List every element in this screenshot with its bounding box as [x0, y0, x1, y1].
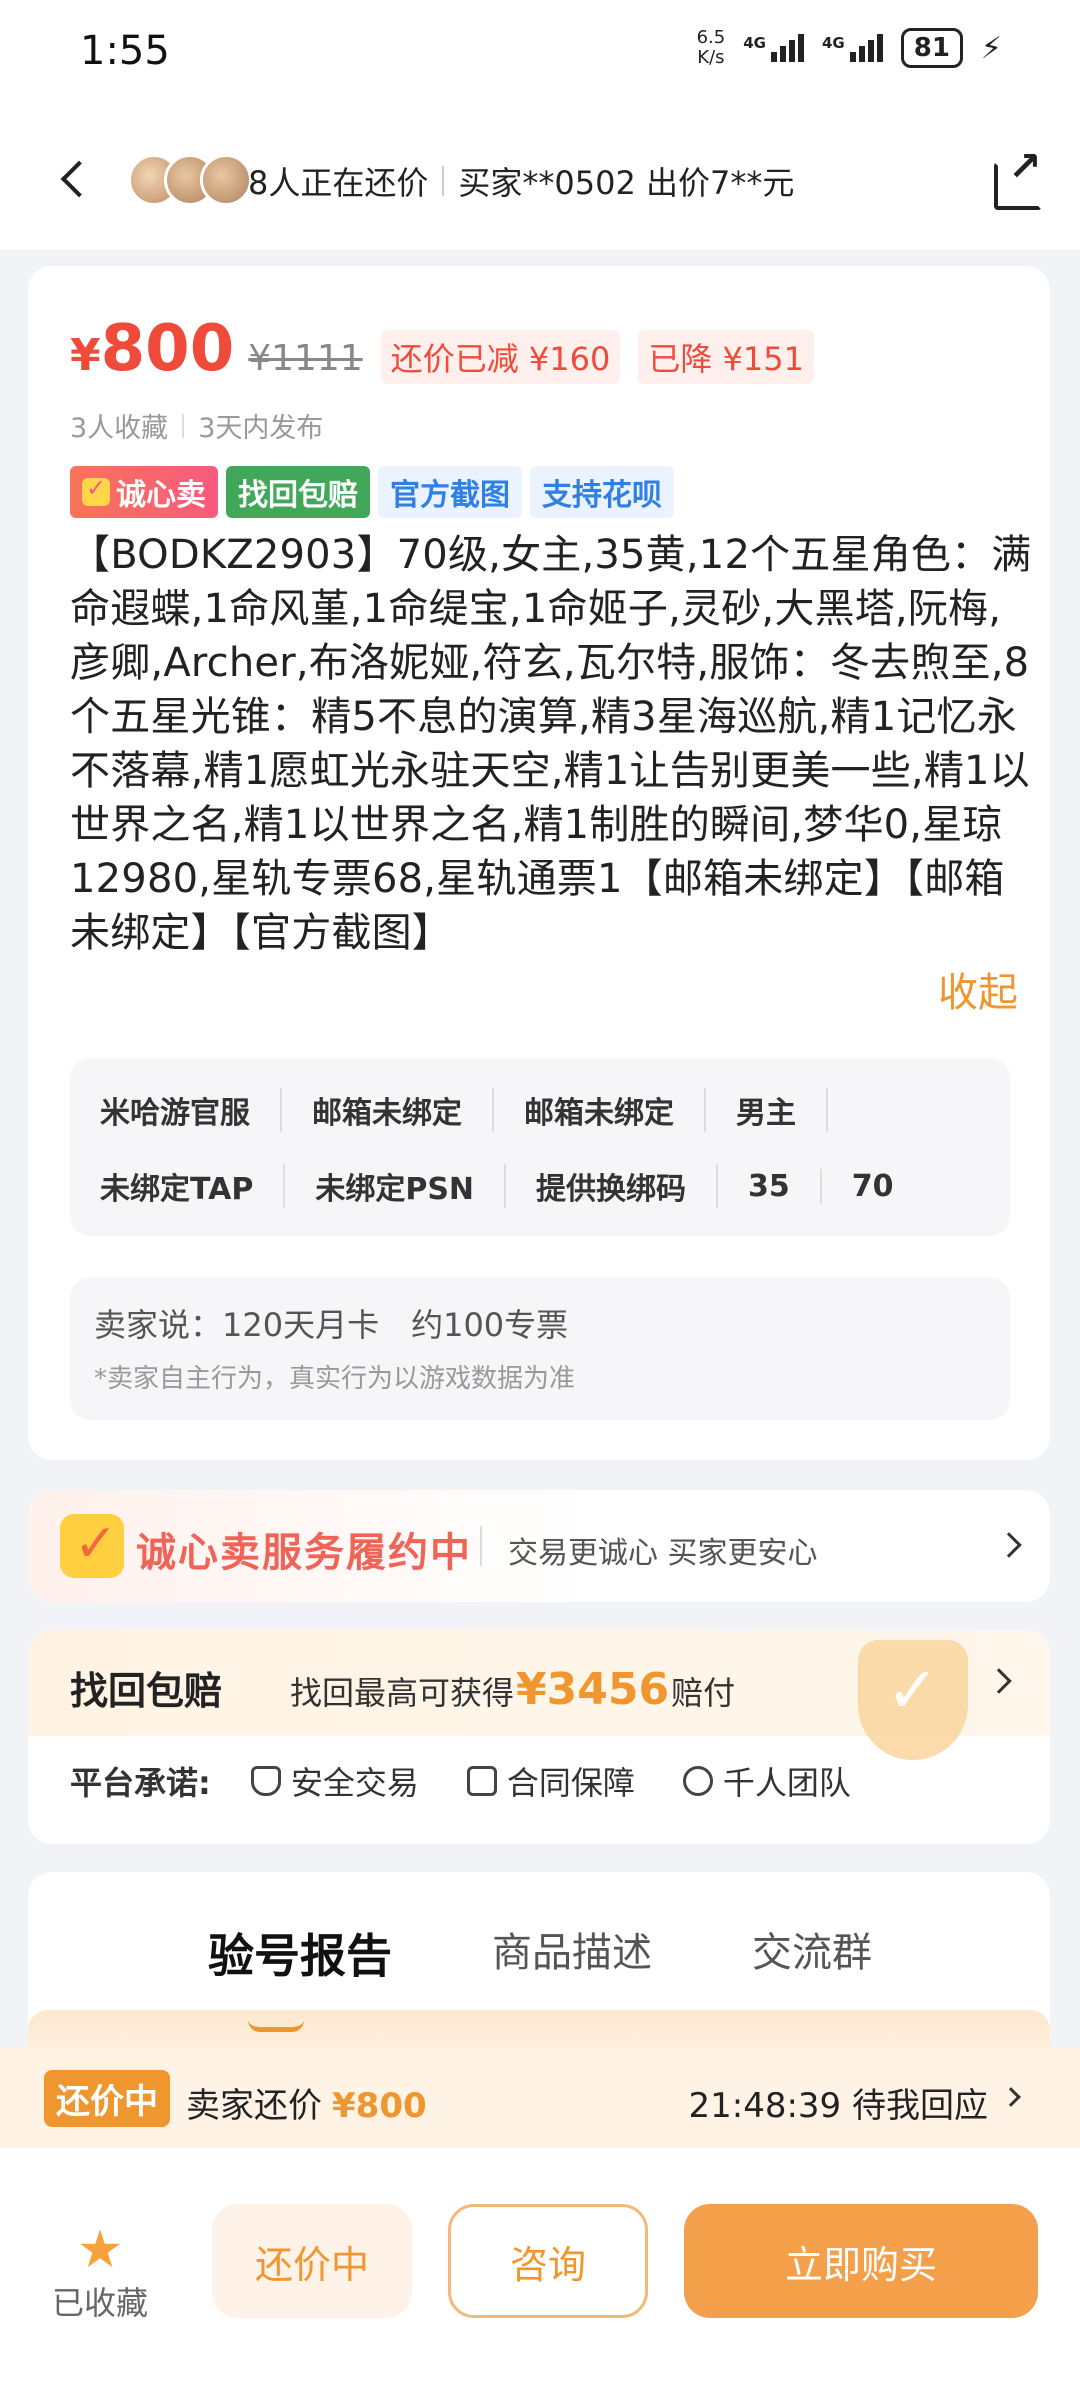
active-tab-indicator [248, 2020, 304, 2032]
favorite-label: 已收藏 [51, 2284, 148, 2322]
signal-icon: 4G [743, 34, 804, 62]
collapse-button[interactable]: 收起 [938, 960, 1018, 1018]
guarantee-amount: ¥3456 [516, 1664, 670, 1715]
original-price: ¥1111 [248, 338, 363, 379]
attribute: 35 [718, 1168, 822, 1204]
badge-row: 诚心卖 找回包赔 官方截图 支持花呗 [70, 466, 674, 518]
battery-icon: 81 [900, 28, 963, 68]
share-button[interactable] [988, 144, 1048, 210]
attributes-box: 米哈游官服 邮箱未绑定 邮箱未绑定 男主 未绑定TAP 未绑定PSN 提供换绑码… [70, 1058, 1010, 1236]
price-drop-tag: 已降 ¥151 [638, 330, 814, 384]
response-countdown: 21:48:39 待我回应 [688, 2086, 988, 2126]
nav-bar: 8人正在还价 买家**0502 出价7**元 [0, 110, 1080, 250]
product-description: 【BODKZ2903】70级,女主,35黄,12个五星角色：满命遐蝶,1命风堇,… [70, 532, 1032, 956]
guarantee-card: 找回包赔 找回最高可获得 ¥3456 赔付 平台承诺: 安全交易 合同保障 千人… [28, 1630, 1050, 1844]
divider [182, 413, 185, 438]
shield-check-icon [250, 1766, 281, 1796]
sincere-sell-badge[interactable]: 诚心卖 [70, 466, 218, 518]
bargainer-avatars [128, 154, 252, 206]
charging-icon: ⚡ [980, 30, 1002, 66]
current-price: ¥800 [70, 312, 235, 386]
latest-offer: 买家**0502 出价7**元 [458, 164, 795, 202]
favorite-button[interactable]: ★ 已收藏 [44, 2222, 156, 2324]
contract-icon [466, 1766, 497, 1796]
buy-now-button[interactable]: 立即购买 [684, 2204, 1038, 2318]
sincere-icon [82, 474, 110, 506]
bargain-bar[interactable]: 还价中 卖家还价 ¥800 21:48:39 待我回应 [0, 2048, 1080, 2148]
attribute: 70 [851, 1168, 894, 1204]
guarantee-description: 找回最高可获得 ¥3456 赔付 [290, 1664, 736, 1715]
attribute: 邮箱未绑定 [494, 1088, 706, 1132]
platform-label: 平台承诺: [70, 1764, 211, 1802]
platform-promises: 平台承诺: 安全交易 合同保障 千人团队 [70, 1758, 899, 1804]
signal-icon-2: 4G [822, 34, 883, 62]
meta-row: 3人收藏 3天内发布 [70, 406, 323, 445]
person-icon [682, 1766, 713, 1796]
avatar [200, 154, 252, 206]
tab-product-description[interactable]: 商品描述 [492, 1920, 652, 1978]
favorites-count: 3人收藏 [70, 413, 169, 444]
bargain-button[interactable]: 还价中 [212, 2204, 412, 2318]
counter-offer-price: ¥800 [332, 2086, 427, 2126]
attribute: 未绑定TAP [100, 1164, 286, 1208]
service-subtitle: 交易更诚心 买家更安心 [508, 1536, 818, 1571]
sincere-logo-icon [60, 1514, 124, 1578]
chevron-right-icon [1001, 2087, 1021, 2107]
attribute: 提供换绑码 [506, 1164, 719, 1208]
attribute: 未绑定PSN [285, 1164, 507, 1208]
promise-team: 千人团队 [682, 1758, 851, 1804]
bottom-action-bar: ★ 已收藏 还价中 咨询 立即购买 [0, 2148, 1080, 2390]
promise-contract: 合同保障 [466, 1758, 635, 1804]
product-card: ¥800 ¥1111 还价已减 ¥160 已降 ¥151 3人收藏 3天内发布 … [28, 266, 1050, 1460]
retrieve-compensation-badge[interactable]: 找回包赔 [226, 466, 370, 518]
guarantee-header[interactable]: 找回包赔 找回最高可获得 ¥3456 赔付 [28, 1630, 1050, 1760]
back-button[interactable] [56, 152, 96, 208]
guarantee-title: 找回包赔 [70, 1669, 223, 1713]
seller-counter-offer: 卖家还价 ¥800 [186, 2086, 427, 2126]
attributes-row: 米哈游官服 邮箱未绑定 邮箱未绑定 男主 [100, 1072, 1010, 1148]
publish-time: 3天内发布 [198, 413, 324, 444]
price-row: ¥800 ¥1111 还价已减 ¥160 已降 ¥151 [70, 312, 814, 386]
status-time: 1:55 [80, 28, 170, 74]
bargain-status-badge: 还价中 [44, 2070, 170, 2127]
chevron-right-icon [986, 1668, 1012, 1694]
seller-disclaimer: *卖家自主行为，真实行为以游戏数据为准 [94, 1364, 576, 1394]
shield-icon [858, 1640, 968, 1760]
tab-inspection-report[interactable]: 验号报告 [208, 1920, 392, 1986]
consult-button[interactable]: 咨询 [448, 2204, 648, 2318]
activity-count: 8人正在还价 [248, 164, 429, 202]
bargain-activity: 8人正在还价 买家**0502 出价7**元 [248, 158, 794, 204]
attribute: 邮箱未绑定 [282, 1088, 494, 1132]
seller-says: 卖家说：120天月卡 约100专票 [94, 1306, 569, 1344]
service-title: 诚心卖服务履约中 [136, 1530, 472, 1576]
sincere-service-banner[interactable]: 诚心卖服务履约中 交易更诚心 买家更安心 [28, 1490, 1050, 1602]
status-icons: 6.5 K/s 4G 4G 81 ⚡ [697, 28, 1002, 68]
star-icon: ★ [76, 2220, 124, 2280]
status-bar: 1:55 6.5 K/s 4G 4G 81 ⚡ [0, 0, 1080, 110]
official-screenshot-badge[interactable]: 官方截图 [378, 466, 522, 518]
attribute: 男主 [706, 1088, 828, 1132]
network-speed: 6.5 K/s [696, 27, 726, 68]
attributes-row: 未绑定TAP 未绑定PSN 提供换绑码 35 70 [100, 1148, 1010, 1224]
bargain-reduced-tag: 还价已减 ¥160 [380, 330, 621, 384]
promise-safe-trade: 安全交易 [250, 1758, 419, 1804]
huabei-badge[interactable]: 支持花呗 [530, 466, 674, 518]
divider [442, 166, 445, 196]
seller-notes: 卖家说：120天月卡 约100专票 *卖家自主行为，真实行为以游戏数据为准 [70, 1278, 1010, 1420]
divider [480, 1526, 482, 1566]
attribute: 米哈游官服 [100, 1088, 282, 1132]
chevron-right-icon [996, 1532, 1022, 1558]
tab-chat-group[interactable]: 交流群 [752, 1920, 872, 1978]
